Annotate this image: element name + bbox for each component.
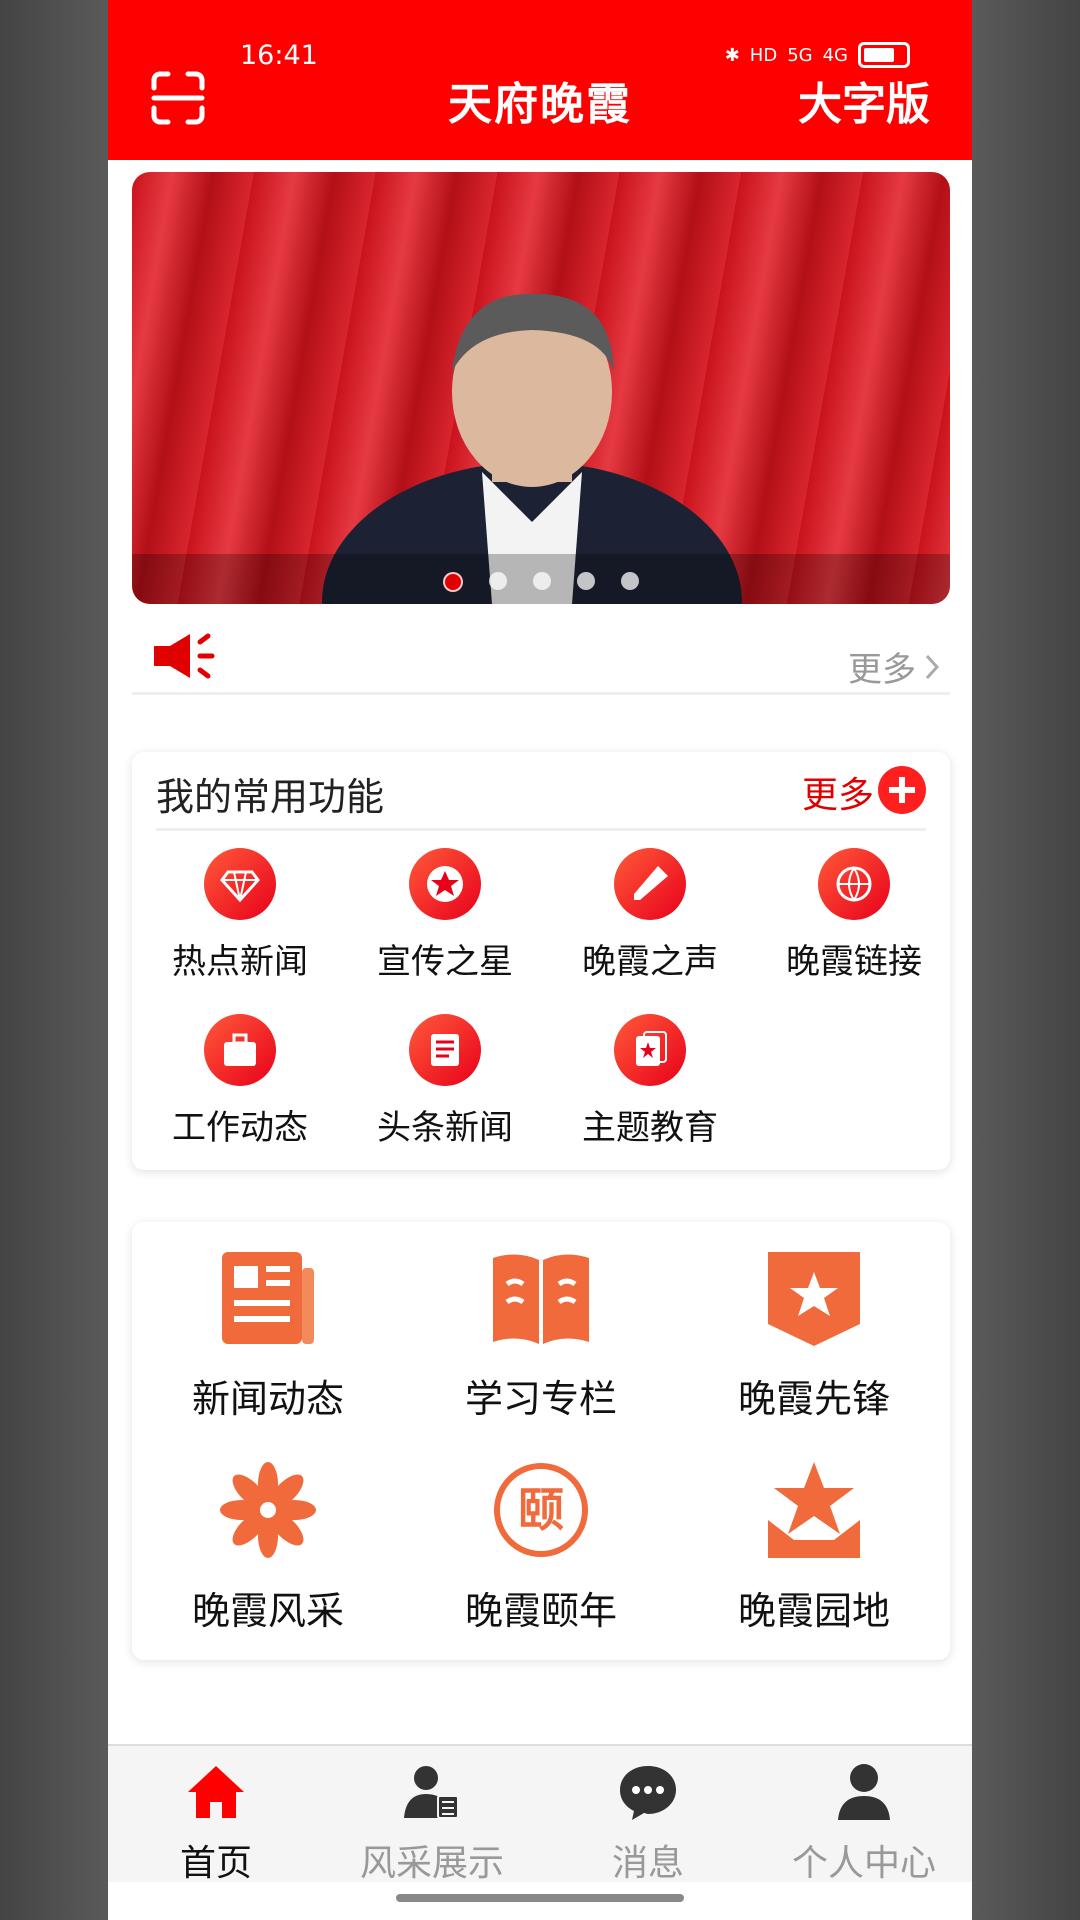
seal-char: 颐 <box>518 1483 564 1537</box>
func-voice[interactable]: 晚霞之声 <box>550 848 750 983</box>
func-links[interactable]: 晚霞链接 <box>754 848 954 983</box>
grid-news-updates[interactable]: 新闻动态 <box>132 1248 404 1423</box>
grid-study-column[interactable]: 学习专栏 <box>405 1248 677 1423</box>
notice-bar: 更多 <box>132 620 950 695</box>
star-card-icon <box>614 1014 686 1086</box>
star-hands-icon <box>768 1462 860 1558</box>
globe-link-icon <box>818 848 890 920</box>
func-label: 主题教育 <box>582 1108 718 1148</box>
carousel-dot[interactable] <box>621 572 639 590</box>
home-icon <box>188 1766 244 1818</box>
grid-label: 新闻动态 <box>191 1377 344 1421</box>
nav-showcase[interactable]: 风采展示 <box>324 1762 540 1886</box>
status-icons: ✱ HD 5G 4G <box>725 42 910 68</box>
grid-label: 学习专栏 <box>464 1377 617 1421</box>
func-theme-education[interactable]: 主题教育 <box>550 1014 750 1149</box>
common-functions-title: 我的常用功能 <box>156 775 385 819</box>
phone-screen: 16:41 ✱ HD 5G 4G 天府晚霞 大字版 更多 我的常用功能 更多 热… <box>108 0 972 1920</box>
common-functions-header: 我的常用功能 更多 <box>156 752 926 831</box>
carousel-dot-active[interactable] <box>443 572 463 592</box>
func-propaganda-star[interactable]: 宣传之星 <box>345 848 545 983</box>
signal-5g-icon: 5G <box>787 44 813 66</box>
grid-garden[interactable]: 晚霞园地 <box>678 1460 950 1635</box>
microphone-icon <box>614 848 686 920</box>
func-label: 晚霞链接 <box>786 942 922 982</box>
carousel-dots <box>132 572 950 592</box>
nav-label: 风采展示 <box>359 1843 504 1884</box>
nav-label: 个人中心 <box>791 1843 936 1884</box>
backdrop-right <box>972 0 1080 1920</box>
bottom-navigation: 首页 风采展示 消息 个人中心 <box>108 1744 972 1884</box>
nav-profile[interactable]: 个人中心 <box>756 1762 972 1886</box>
func-label: 工作动态 <box>172 1108 308 1148</box>
yi-seal-icon: 颐 <box>494 1463 588 1557</box>
carousel-dot[interactable] <box>577 572 595 590</box>
newspaper-icon <box>409 1014 481 1086</box>
notice-more-link[interactable]: 更多 <box>848 642 940 691</box>
signal-4g-icon: 4G <box>822 44 848 66</box>
large-font-toggle[interactable]: 大字版 <box>798 68 930 132</box>
grid-golden-years[interactable]: 颐 晚霞颐年 <box>405 1460 677 1635</box>
carousel-dot[interactable] <box>533 572 551 590</box>
hd-icon: HD <box>749 44 778 66</box>
nav-label: 消息 <box>611 1843 684 1884</box>
news-icon <box>222 1252 314 1344</box>
grid-label: 晚霞园地 <box>737 1589 890 1633</box>
diamond-icon <box>204 848 276 920</box>
briefcase-icon <box>204 1014 276 1086</box>
shield-star-icon <box>768 1252 860 1346</box>
func-label: 晚霞之声 <box>582 942 718 982</box>
app-header: 16:41 ✱ HD 5G 4G 天府晚霞 大字版 <box>108 0 972 160</box>
chevron-right-icon <box>925 654 940 679</box>
common-functions-card: 我的常用功能 更多 热点新闻 宣传之星 晚霞之声 晚霞链接 工作动态 头条新闻 … <box>132 752 950 1170</box>
home-indicator[interactable] <box>396 1894 684 1902</box>
battery-icon <box>858 42 910 68</box>
banner-carousel[interactable] <box>132 172 950 604</box>
notice-more-label: 更多 <box>848 650 916 690</box>
backdrop-left <box>0 0 108 1920</box>
star-icon <box>409 848 481 920</box>
add-function-icon[interactable] <box>878 766 926 814</box>
func-hot-news[interactable]: 热点新闻 <box>140 848 340 983</box>
main-grid-card: 新闻动态 学习专栏 晚霞先锋 晚霞风采 颐 晚霞颐年 晚霞园地 <box>132 1222 950 1660</box>
user-card-icon <box>404 1766 459 1819</box>
status-time: 16:41 <box>240 40 318 71</box>
func-headlines[interactable]: 头条新闻 <box>345 1014 545 1149</box>
nav-messages[interactable]: 消息 <box>540 1762 756 1886</box>
func-label: 宣传之星 <box>377 942 513 982</box>
grid-label: 晚霞风采 <box>191 1589 344 1633</box>
book-icon <box>493 1254 589 1344</box>
chat-icon <box>620 1766 676 1820</box>
common-functions-more[interactable]: 更多 <box>802 766 874 818</box>
func-work-updates[interactable]: 工作动态 <box>140 1014 340 1149</box>
grid-label: 晚霞颐年 <box>464 1589 617 1633</box>
nav-label: 首页 <box>179 1843 252 1884</box>
nav-home[interactable]: 首页 <box>108 1762 324 1886</box>
bluetooth-icon: ✱ <box>724 44 740 66</box>
grid-demeanor[interactable]: 晚霞风采 <box>132 1460 404 1635</box>
carousel-dot[interactable] <box>489 572 507 590</box>
person-icon <box>838 1764 890 1820</box>
speaker-icon <box>154 633 215 679</box>
flower-icon <box>220 1462 316 1558</box>
func-label: 热点新闻 <box>172 942 308 982</box>
func-label: 头条新闻 <box>377 1108 513 1148</box>
grid-label: 晚霞先锋 <box>737 1377 890 1421</box>
grid-pioneer[interactable]: 晚霞先锋 <box>678 1248 950 1423</box>
